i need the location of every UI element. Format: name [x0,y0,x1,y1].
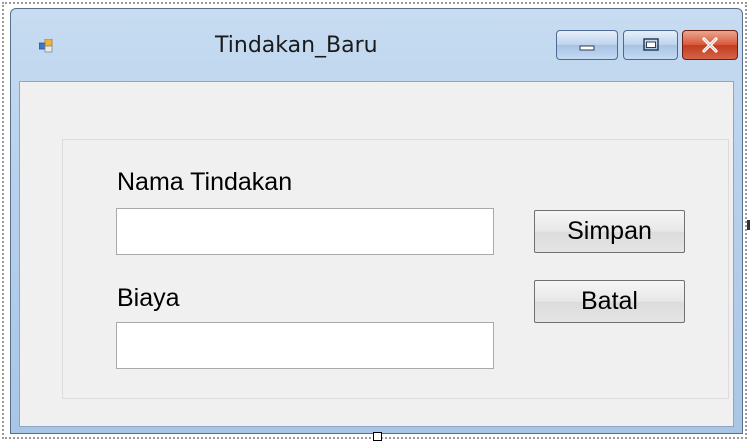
maximize-button[interactable] [623,30,678,60]
form-window: Tindakan_Baru Nama Tindakan Biaya Simpan [10,8,743,434]
biaya-label: Biaya [117,284,180,312]
biaya-input[interactable] [116,322,494,369]
designer-resize-handle[interactable] [373,432,382,441]
nama-tindakan-input[interactable] [116,208,494,255]
maximize-icon [642,38,659,51]
batal-button[interactable]: Batal [534,280,685,323]
close-icon [702,37,718,53]
title-bar[interactable]: Tindakan_Baru [11,9,742,81]
form-client-area: Nama Tindakan Biaya Simpan Batal [19,81,734,427]
simpan-button[interactable]: Simpan [534,210,685,253]
nama-tindakan-label: Nama Tindakan [117,168,293,196]
close-button[interactable] [682,30,738,60]
minimize-icon [579,45,595,51]
form-icon [39,39,53,53]
minimize-button[interactable] [556,30,618,60]
window-title: Tindakan_Baru [215,33,378,58]
designer-side-handle[interactable] [747,220,750,230]
